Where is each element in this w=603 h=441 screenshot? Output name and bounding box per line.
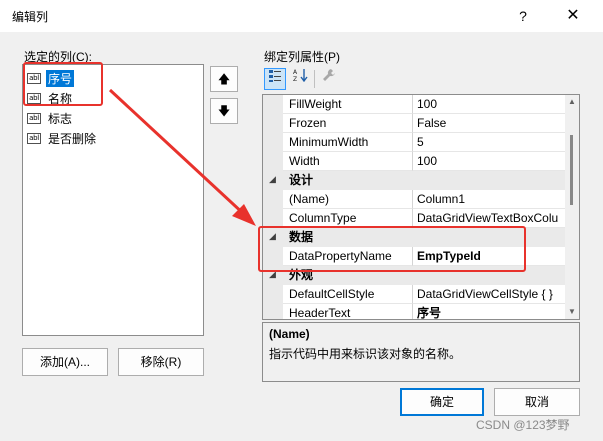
column-item[interactable]: abl 标志 xyxy=(27,109,74,127)
scroll-thumb[interactable] xyxy=(570,135,573,205)
arrow-down-icon: 🡇 xyxy=(217,104,231,118)
property-name: HeaderText xyxy=(283,304,413,319)
title-bar: 编辑列 ? ✕ xyxy=(0,0,603,32)
row-margin xyxy=(263,95,283,114)
add-button[interactable]: 添加(A)... xyxy=(22,348,108,376)
cancel-button[interactable]: 取消 xyxy=(494,388,580,416)
property-name: Width xyxy=(283,152,413,171)
property-row[interactable]: Frozen False xyxy=(263,114,565,133)
svg-text:A: A xyxy=(293,69,298,76)
property-value[interactable]: 100 xyxy=(413,95,565,114)
remove-button[interactable]: 移除(R) xyxy=(118,348,204,376)
column-item-label: 标志 xyxy=(48,111,73,126)
annotation-box-selected-column xyxy=(23,62,103,106)
property-value[interactable]: DataGridViewCellStyle { } xyxy=(413,285,565,304)
toolbar-separator xyxy=(314,70,315,88)
row-margin xyxy=(263,133,283,152)
watermark: CSDN @123梦野 xyxy=(476,418,570,432)
move-down-button[interactable]: 🡇 xyxy=(210,98,238,124)
svg-text:Z: Z xyxy=(293,76,297,82)
alphabetical-icon: A Z xyxy=(293,69,308,83)
category-row[interactable]: ◢ 设计 xyxy=(263,171,565,190)
property-name: (Name) xyxy=(283,190,413,209)
property-value[interactable]: 序号 xyxy=(413,304,565,319)
row-margin xyxy=(263,285,283,304)
window-title: 编辑列 xyxy=(12,10,49,24)
property-name: DefaultCellStyle xyxy=(283,285,413,304)
textbox-column-icon: abl xyxy=(27,112,41,124)
arrow-up-icon: 🡅 xyxy=(217,72,231,86)
property-name: Frozen xyxy=(283,114,413,133)
ok-button[interactable]: 确定 xyxy=(400,388,484,416)
property-grid[interactable]: FillWeight 100 Frozen False MinimumWidth… xyxy=(262,94,580,320)
property-row[interactable]: FillWeight 100 xyxy=(263,95,565,114)
property-row[interactable]: HeaderText 序号 xyxy=(263,304,565,319)
column-item[interactable]: abl 是否删除 xyxy=(27,129,98,147)
property-value[interactable]: 5 xyxy=(413,133,565,152)
property-pages-button[interactable] xyxy=(318,68,340,90)
row-margin xyxy=(263,114,283,133)
property-value[interactable]: Column1 xyxy=(413,190,565,209)
category-name: 设计 xyxy=(289,173,314,187)
scroll-up-icon[interactable]: ▲ xyxy=(568,97,576,106)
property-value[interactable]: False xyxy=(413,114,565,133)
categorized-icon xyxy=(269,70,281,82)
row-margin xyxy=(263,304,283,319)
property-name: MinimumWidth xyxy=(283,133,413,152)
vertical-scrollbar[interactable]: ▲ ▼ xyxy=(565,95,579,319)
description-text: 指示代码中用来标识该对象的名称。 xyxy=(269,347,462,361)
column-item-label: 是否删除 xyxy=(48,131,97,146)
property-row[interactable]: MinimumWidth 5 xyxy=(263,133,565,152)
property-row[interactable]: (Name) Column1 xyxy=(263,190,565,209)
property-row[interactable]: DefaultCellStyle DataGridViewCellStyle {… xyxy=(263,285,565,304)
textbox-column-icon: abl xyxy=(27,132,41,144)
categorized-button[interactable] xyxy=(264,68,286,90)
help-button[interactable]: ? xyxy=(508,2,538,30)
wrench-icon xyxy=(323,69,335,81)
row-margin xyxy=(263,190,283,209)
scroll-down-icon[interactable]: ▼ xyxy=(568,307,576,316)
bound-column-properties-label: 绑定列属性(P) xyxy=(264,50,340,64)
annotation-box-data-property xyxy=(258,226,526,272)
description-panel: (Name) 指示代码中用来标识该对象的名称。 xyxy=(262,322,580,382)
property-toolbar: A Z xyxy=(262,66,582,92)
row-margin xyxy=(263,152,283,171)
close-button[interactable]: ✕ xyxy=(556,2,590,30)
collapse-icon[interactable]: ◢ xyxy=(269,174,276,185)
description-title: (Name) xyxy=(269,327,310,341)
alphabetical-button[interactable]: A Z xyxy=(290,68,312,90)
property-value[interactable]: 100 xyxy=(413,152,565,171)
move-up-button[interactable]: 🡅 xyxy=(210,66,238,92)
property-name: FillWeight xyxy=(283,95,413,114)
property-row[interactable]: Width 100 xyxy=(263,152,565,171)
